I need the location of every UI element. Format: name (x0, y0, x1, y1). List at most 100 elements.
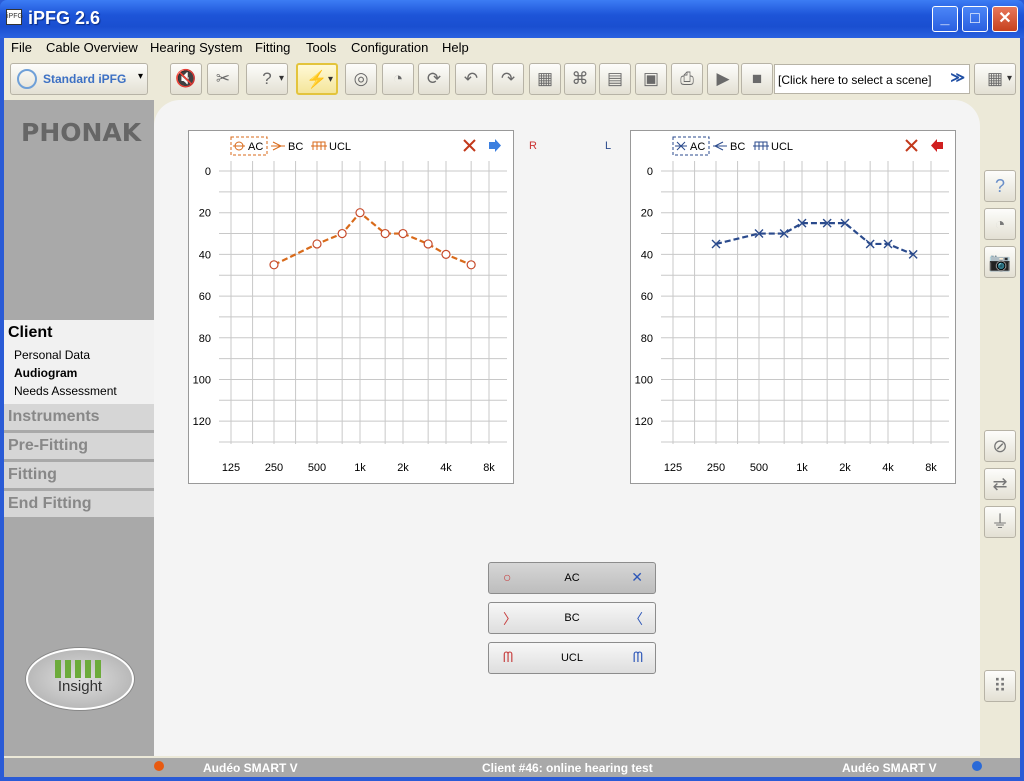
mute-left-button[interactable]: 🔇 (170, 63, 202, 95)
stop-button[interactable]: ■ (741, 63, 773, 95)
y-tick-label: 80 (641, 333, 653, 345)
ucl-button[interactable]: ᗰ UCL ᗰ (488, 642, 656, 674)
menu-help[interactable]: Help (442, 40, 469, 55)
mute-right-button[interactable]: ✂ (207, 63, 239, 95)
refresh-icon: ⟳ (426, 69, 442, 88)
status-bar: Audéo SMART V Client #46: online hearing… (4, 758, 1020, 777)
target-icon: ◎ (353, 69, 369, 88)
audiogram-left-ear[interactable]: 0 20 40 60 80 100 120 125 250 500 1k 2k 4k 8k AC BC UCL (630, 130, 956, 484)
maximize-button[interactable]: □ (962, 6, 988, 32)
x-tick-label: 125 (222, 462, 240, 474)
save-icon: ▣ (642, 69, 660, 88)
help-button[interactable]: ? (984, 170, 1016, 202)
copy-right-arrow-icon (489, 139, 501, 152)
menu-file[interactable]: File (11, 40, 32, 55)
mute-left-icon: 🔇 (175, 69, 197, 88)
x-tick-label: 125 (664, 462, 682, 474)
refresh-button[interactable]: ⟳ (418, 63, 450, 95)
chart-button[interactable]: ▤ (599, 63, 631, 95)
menu-configuration[interactable]: Configuration (351, 40, 428, 55)
nav-needs-assessment[interactable]: Needs Assessment (14, 384, 117, 398)
y-tick-label: 120 (193, 416, 211, 428)
hearing-aid-flash-button[interactable]: ⚡ (296, 63, 338, 95)
nav-personal-data[interactable]: Personal Data (14, 348, 90, 362)
stop-icon: ■ (751, 69, 763, 88)
side-label-right: R (529, 140, 537, 152)
menu-hearing-system[interactable]: Hearing System (150, 40, 242, 55)
ear-hook-button[interactable]: ◔ (382, 63, 414, 95)
play-button[interactable]: ▶ (707, 63, 739, 95)
right-device-indicator (972, 761, 982, 771)
target-button[interactable]: ◎ (345, 63, 377, 95)
menu-fitting[interactable]: Fitting (255, 40, 290, 55)
menu-tools[interactable]: Tools (306, 40, 336, 55)
double-chevron-down-icon: ≫ (950, 69, 965, 85)
audiogram-right-svg[interactable]: 0 20 40 60 80 100 120 125 250 500 1k 2k 4k 8k AC BC UCL (189, 131, 515, 485)
scene-chart-button[interactable]: ▦ (974, 63, 1016, 95)
camera-button[interactable]: 📷 (984, 246, 1016, 278)
y-tick-label: 100 (193, 374, 211, 386)
keypad-button[interactable]: ⠿ (984, 670, 1016, 702)
undo-icon: ↶ (463, 69, 479, 88)
undo-button[interactable]: ↶ (455, 63, 487, 95)
profile-select[interactable]: Standard iPFG ▾ (10, 63, 148, 95)
swap-button[interactable]: ⇄ (984, 468, 1016, 500)
minimize-button[interactable]: _ (932, 6, 958, 32)
disconnect-button[interactable]: ⊘ (984, 430, 1016, 462)
legend-bc-label: BC (288, 141, 303, 153)
data-point-ac (269, 260, 279, 270)
scene-select[interactable]: [Click here to select a scene] ≫ (774, 64, 970, 94)
audiogram-panel: 0 20 40 60 80 100 120 125 250 500 1k 2k 4k 8k AC BC UCL … (154, 100, 980, 756)
nav-client[interactable]: Client (4, 320, 170, 346)
nav-fitting[interactable]: Fitting (4, 462, 170, 488)
menu-cable-overview[interactable]: Cable Overview (46, 40, 138, 55)
insight-icon (55, 660, 105, 678)
tree-button[interactable]: ⌘ (564, 63, 596, 95)
client-subnav: Personal Data Audiogram Needs Assessment (4, 344, 170, 404)
x-tick-label: 1k (796, 462, 808, 474)
series-line-ac (715, 222, 914, 256)
nav-end-fitting[interactable]: End Fitting (4, 491, 170, 517)
data-point-ac (423, 239, 433, 249)
disconnect-icon: ⊘ (992, 436, 1008, 456)
print-button[interactable]: ⎙ (671, 63, 703, 95)
hearing-aid-grid-button[interactable]: ▦ (529, 63, 561, 95)
close-button[interactable]: ✕ (992, 6, 1018, 32)
mute-right-icon: ✂ (215, 69, 231, 88)
profile-icon (17, 69, 37, 89)
bc-button[interactable]: 〉 BC 〈 (488, 602, 656, 634)
plug-button[interactable]: ⏚ (984, 506, 1016, 538)
audiogram-left-svg[interactable]: 0 20 40 60 80 100 120 125 250 500 1k 2k 4k 8k AC BC UCL (631, 131, 957, 485)
copy-left-arrow-icon (931, 139, 943, 152)
x-icon: ✕ (631, 569, 643, 585)
side-label-left: L (605, 140, 612, 152)
nav-audiogram[interactable]: Audiogram (14, 366, 77, 380)
sidebar: PHONAK Client Personal Data Audiogram Ne… (4, 100, 170, 756)
nav-instruments[interactable]: Instruments (4, 404, 170, 430)
legend-ac-label: AC (248, 141, 263, 153)
ac-button[interactable]: ○ AC ✕ (488, 562, 656, 594)
tree-icon: ⌘ (571, 69, 589, 88)
nav-pre-fitting[interactable]: Pre-Fitting (4, 433, 170, 459)
chevron-left-icon: 〈 (629, 611, 643, 627)
insight-button[interactable]: Insight (26, 648, 134, 710)
timer-icon: ◔ (994, 214, 1006, 234)
window-title: iPFG 2.6 (28, 8, 101, 28)
app-icon: iPFG (6, 9, 23, 25)
y-tick-label: 40 (641, 249, 653, 261)
hearing-aid-question-button[interactable]: ? (246, 63, 288, 95)
x-tick-label: 500 (308, 462, 326, 474)
ucl-left-icon: ᗰ (632, 649, 643, 665)
x-tick-label: 8k (925, 462, 937, 474)
ac-button-label: AC (564, 572, 580, 584)
title-bar[interactable]: iPFG iPFG 2.6 _ □ ✕ (0, 0, 1024, 38)
legend-bc-marker (271, 141, 285, 151)
scene-placeholder: [Click here to select a scene] (778, 73, 932, 87)
audiogram-right-ear[interactable]: 0 20 40 60 80 100 120 125 250 500 1k 2k 4k 8k AC BC UCL (188, 130, 514, 484)
y-tick-label: 60 (641, 291, 653, 303)
save-button[interactable]: ▣ (635, 63, 667, 95)
redo-button[interactable]: ↷ (492, 63, 524, 95)
y-tick-label: 100 (635, 374, 653, 386)
timer-button[interactable]: ◔ (984, 208, 1016, 240)
legend-bc-label: BC (730, 141, 745, 153)
